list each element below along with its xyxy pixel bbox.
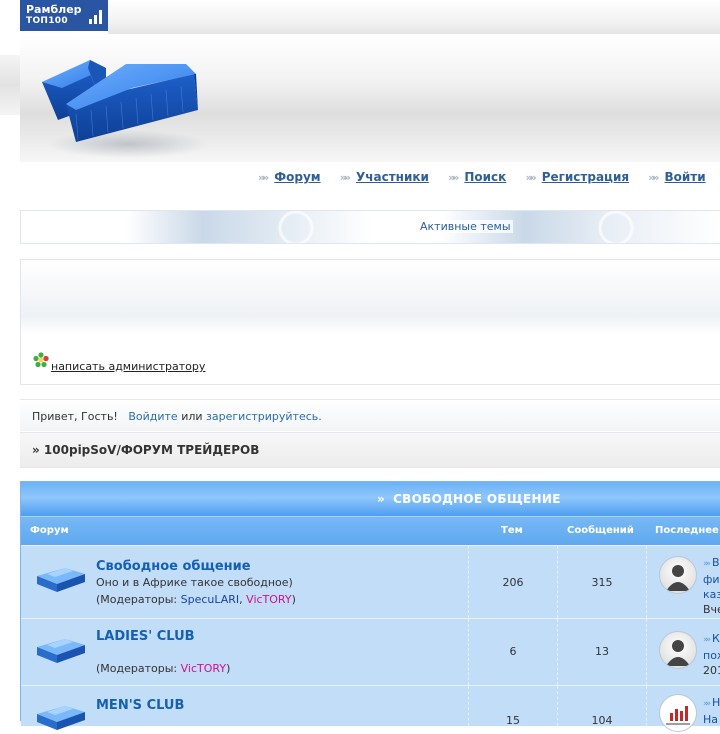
forex-group-logo-icon	[666, 706, 690, 725]
nav-link-login[interactable]: Войти	[664, 170, 705, 184]
category-title-text: СВОБОДНОЕ ОБЩЕНИЕ	[393, 492, 561, 506]
register-link[interactable]: зарегистрируйтесь.	[206, 410, 322, 423]
breadcrumb: » 100pipSoV/ФОРУМ ТРЕЙДЕРОВ	[20, 432, 720, 468]
moderator-link[interactable]: SpecuLARI	[181, 593, 240, 606]
last-post: »»В фи каз Вче	[703, 555, 720, 617]
forum-description: Оно и в Африке такое свободное)	[96, 576, 293, 589]
last-post-link-cont[interactable]: фи	[703, 573, 720, 586]
moderator-link[interactable]: VicTORY	[246, 593, 291, 606]
avatar[interactable]	[659, 556, 697, 594]
top-strip	[108, 0, 720, 34]
last-post-link[interactable]: К	[712, 632, 720, 645]
category-title[interactable]: » СВОБОДНОЕ ОБЩЕНИЕ	[377, 492, 561, 506]
posts-count: 13	[595, 645, 609, 658]
last-post-date: 201	[703, 664, 720, 677]
nav-link-members[interactable]: Участники	[356, 170, 429, 184]
nav-link-register[interactable]: Регистрация	[542, 170, 629, 184]
col-last-post: Последнее	[655, 525, 719, 536]
greeting-text: Привет, Гость!	[32, 410, 118, 423]
nav-item-forum[interactable]: »» Форум	[258, 170, 321, 184]
col-topics: Тем	[501, 525, 523, 536]
double-chevron-icon: »»	[703, 699, 711, 709]
contact-admin-link[interactable]: написать администратору	[51, 360, 205, 373]
nav-item-members[interactable]: »» Участники	[340, 170, 429, 184]
bar-chart-icon	[89, 10, 102, 24]
rambler-top100-counter[interactable]: Рамблер ТОП100	[20, 0, 108, 31]
forum-title-link[interactable]: MEN'S CLUB	[96, 698, 184, 713]
topics-count: 6	[509, 645, 517, 658]
last-post-link[interactable]: Н	[712, 696, 720, 709]
guest-greeting: Привет, Гость! Войдите или зарегистрируй…	[20, 399, 720, 431]
double-chevron-icon: »»	[703, 635, 711, 645]
forum-title-link[interactable]: LADIES' CLUB	[96, 629, 195, 644]
user-silhouette-icon	[666, 565, 690, 591]
last-post-link[interactable]: В	[712, 556, 720, 569]
forum-category: » СВОБОДНОЕ ОБЩЕНИЕ Форум Тем Сообщений П…	[20, 481, 720, 732]
col-posts: Сообщений	[567, 525, 634, 536]
posts-count: 315	[591, 576, 613, 589]
main-nav: »» Форум »» Участники »» Поиск »» Регистраци…	[258, 170, 720, 184]
posts-count: 104	[591, 714, 613, 727]
nav-link-search[interactable]: Поиск	[464, 170, 506, 184]
avatar[interactable]	[659, 694, 697, 732]
nav-item-register[interactable]: »» Регистрация	[525, 170, 629, 184]
nav-item-search[interactable]: »» Поиск	[448, 170, 506, 184]
icq-flower-icon	[33, 352, 49, 368]
forum-title-link[interactable]: Свободное общение	[96, 559, 251, 574]
forum-moderators: (Модераторы: SpecuLARI, VicTORY)	[96, 593, 296, 606]
double-chevron-icon: »»	[648, 171, 659, 184]
forum-moderators: (Модераторы: VicTORY)	[96, 662, 231, 675]
active-topics-bar: Активные темы	[20, 210, 720, 244]
chevron-right-icon: »	[377, 492, 386, 506]
active-topics-link[interactable]: Активные темы	[418, 220, 513, 233]
user-silhouette-icon	[666, 640, 690, 666]
nav-link-forum[interactable]: Форум	[274, 170, 320, 184]
forum-row: Свободное общение Оно и в Африке такое с…	[21, 545, 720, 618]
left-shade	[0, 55, 20, 115]
double-chevron-icon: »»	[339, 171, 351, 184]
double-chevron-icon: »»	[448, 171, 459, 184]
forum-folder-icon	[37, 706, 85, 730]
column-header-row: Форум Тем Сообщений Последнее	[21, 516, 720, 545]
nav-item-login[interactable]: »» Войти	[648, 170, 705, 184]
forum-folder-icon	[37, 639, 85, 663]
login-link[interactable]: Войдите	[128, 410, 177, 423]
forum-folder-icon	[37, 568, 85, 592]
site-logo[interactable]	[36, 44, 206, 164]
topics-count: 15	[506, 714, 520, 727]
last-post-link-cont[interactable]: каз	[703, 588, 720, 601]
greeting-or: или	[181, 410, 203, 423]
col-forum: Форум	[30, 525, 69, 536]
last-post: »»К пож 201	[703, 631, 720, 678]
breadcrumb-text[interactable]: » 100pipSoV/ФОРУМ ТРЕЙДЕРОВ	[32, 443, 259, 457]
forum-row: LADIES' CLUB (Модераторы: VicTORY) 6 13 …	[21, 618, 720, 685]
avatar[interactable]	[659, 631, 697, 669]
double-chevron-icon: »»	[703, 559, 711, 569]
topics-count: 206	[502, 576, 524, 589]
last-post-link-cont[interactable]: пож	[703, 649, 720, 662]
moderator-link[interactable]: VicTORY	[181, 662, 226, 675]
announcement-box: написать администратору	[20, 259, 720, 385]
last-post: »» Н На	[703, 695, 720, 727]
last-post-date: Вче	[703, 603, 720, 616]
category-header: » СВОБОДНОЕ ОБЩЕНИЕ	[21, 482, 720, 516]
double-chevron-icon: »»	[525, 171, 536, 184]
double-chevron-icon: »»	[258, 171, 269, 184]
